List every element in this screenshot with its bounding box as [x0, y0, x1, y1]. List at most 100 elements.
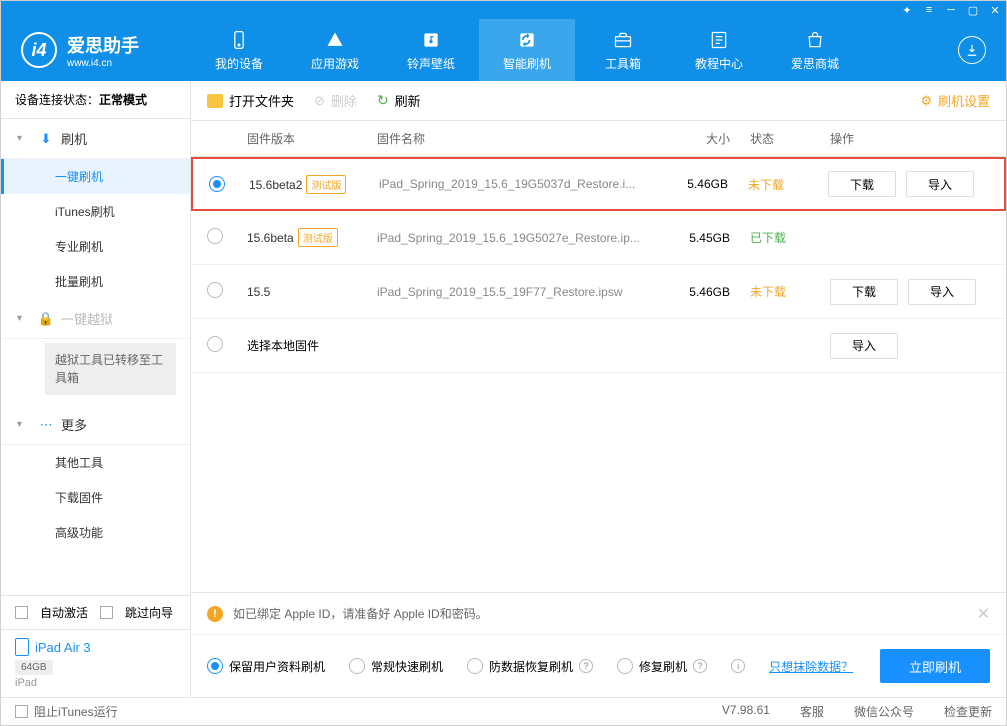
store-icon — [804, 29, 826, 51]
minimize-icon[interactable]: ─ — [944, 3, 958, 17]
skip-guide-checkbox[interactable] — [100, 606, 113, 619]
device-status: 设备连接状态：正常模式 — [1, 81, 190, 119]
toolbox-icon — [612, 29, 634, 51]
block-itunes-checkbox[interactable] — [15, 705, 28, 718]
settings-icon[interactable]: ✦ — [900, 3, 914, 17]
section-icon: ⬇ — [39, 132, 53, 146]
table-row[interactable]: 选择本地固件导入 — [191, 319, 1006, 373]
sidebar-item[interactable]: 高级功能 — [1, 515, 190, 550]
side-note: 越狱工具已转移至工具箱 — [45, 343, 176, 395]
firmware-status: 未下载 — [748, 176, 828, 193]
download-icon[interactable] — [958, 36, 986, 64]
radio[interactable] — [207, 228, 223, 244]
sidebar-item[interactable]: 一键刷机 — [1, 159, 190, 194]
table-row[interactable]: 15.6beta2测试版iPad_Spring_2019_15.6_19G503… — [191, 157, 1006, 211]
download-button[interactable]: 下载 — [830, 279, 898, 305]
table-header: 固件版本 固件名称 大小 状态 操作 — [191, 121, 1006, 157]
radio[interactable] — [209, 176, 225, 192]
skip-guide-label: 跳过向导 — [125, 604, 173, 621]
delete-icon: ⊘ — [314, 93, 325, 109]
radio[interactable] — [349, 658, 365, 674]
firmware-name: iPad_Spring_2019_15.6_19G5027e_Restore.i… — [377, 231, 660, 245]
table-row[interactable]: 15.5iPad_Spring_2019_15.5_19F77_Restore.… — [191, 265, 1006, 319]
logo: i4 爱思助手 www.i4.cn — [21, 32, 191, 69]
side-header[interactable]: 🔒一键越狱 — [1, 299, 190, 339]
music-icon — [420, 29, 442, 51]
firmware-status: 未下载 — [750, 283, 830, 300]
sidebar-item[interactable]: 下载固件 — [1, 480, 190, 515]
col-version: 固件版本 — [247, 130, 377, 147]
nav-tab-refresh[interactable]: 智能刷机 — [479, 19, 575, 81]
apps-icon — [324, 29, 346, 51]
flash-option[interactable]: 保留用户资料刷机 — [207, 658, 325, 675]
warning-text: 如已绑定 Apple ID，请准备好 Apple ID和密码。 — [233, 605, 488, 622]
firmware-size: 5.45GB — [660, 231, 750, 245]
status-item[interactable]: 检查更新 — [944, 703, 992, 720]
list-icon[interactable]: ≡ — [922, 3, 936, 17]
status-item[interactable]: 客服 — [800, 703, 824, 720]
nav-tab-device[interactable]: 我的设备 — [191, 19, 287, 81]
status-item[interactable]: 微信公众号 — [854, 703, 914, 720]
sidebar-item[interactable]: 其他工具 — [1, 445, 190, 480]
side-header[interactable]: ⋯更多 — [1, 405, 190, 445]
delete-button[interactable]: ⊘ 删除 — [314, 91, 357, 110]
device-type: iPad — [15, 677, 176, 689]
logo-subtitle: www.i4.cn — [67, 58, 139, 69]
gear-icon: ⚙ — [920, 93, 932, 109]
beta-badge: 测试版 — [306, 175, 346, 194]
sidebar: 设备连接状态：正常模式 ⬇刷机一键刷机iTunes刷机专业刷机批量刷机🔒一键越狱… — [1, 81, 191, 697]
nav-tab-music[interactable]: 铃声壁纸 — [383, 19, 479, 81]
section-icon: ⋯ — [39, 418, 53, 432]
sidebar-item[interactable]: 批量刷机 — [1, 264, 190, 299]
radio[interactable] — [207, 658, 223, 674]
firmware-size: 5.46GB — [660, 285, 750, 299]
flash-settings-button[interactable]: ⚙ 刷机设置 — [920, 91, 990, 110]
titlebar: ✦ ≡ ─ ▢ ✕ — [1, 1, 1006, 19]
close-warning-icon[interactable]: ✕ — [977, 604, 990, 624]
main: 打开文件夹 ⊘ 删除 ↻ 刷新 ⚙ 刷机设置 固件版本 固件名称 大小 状态 操… — [191, 81, 1006, 697]
download-button[interactable]: 下载 — [828, 171, 896, 197]
firmware-name: iPad_Spring_2019_15.6_19G5037d_Restore.i… — [379, 177, 658, 191]
refresh-button[interactable]: ↻ 刷新 — [377, 91, 421, 110]
maximize-icon[interactable]: ▢ — [966, 3, 980, 17]
firmware-name: iPad_Spring_2019_15.5_19F77_Restore.ipsw — [377, 285, 660, 299]
close-icon[interactable]: ✕ — [988, 3, 1002, 17]
info-icon[interactable]: ? — [693, 659, 707, 673]
version-label: V7.98.61 — [722, 703, 770, 720]
nav-tab-toolbox[interactable]: 工具箱 — [575, 19, 671, 81]
radio[interactable] — [467, 658, 483, 674]
flash-option[interactable]: 防数据恢复刷机? — [467, 658, 593, 675]
info-icon[interactable]: ? — [579, 659, 593, 673]
radio[interactable] — [207, 336, 223, 352]
import-button[interactable]: 导入 — [830, 333, 898, 359]
tutorial-icon — [708, 29, 730, 51]
import-button[interactable]: 导入 — [908, 279, 976, 305]
nav-tab-tutorial[interactable]: 教程中心 — [671, 19, 767, 81]
sidebar-item[interactable]: 专业刷机 — [1, 229, 190, 264]
refresh-icon: ↻ — [377, 92, 389, 109]
radio[interactable] — [207, 282, 223, 298]
section-icon: 🔒 — [39, 312, 53, 326]
device-info[interactable]: iPad Air 3 64GB iPad — [1, 629, 190, 697]
sidebar-item[interactable]: iTunes刷机 — [1, 194, 190, 229]
flash-now-button[interactable]: 立即刷机 — [880, 649, 990, 683]
radio[interactable] — [617, 658, 633, 674]
nav-tab-store[interactable]: 爱思商城 — [767, 19, 863, 81]
flash-option[interactable]: 修复刷机? — [617, 658, 707, 675]
device-icon — [228, 29, 250, 51]
statusbar: 阻止iTunes运行 V7.98.61 客服 微信公众号 检查更新 — [1, 697, 1006, 725]
warning-icon: ! — [207, 606, 223, 622]
device-name: iPad Air 3 — [35, 640, 91, 655]
info-icon[interactable]: i — [731, 659, 745, 673]
col-size: 大小 — [660, 130, 750, 147]
logo-title: 爱思助手 — [67, 32, 139, 58]
erase-link[interactable]: 只想抹除数据？ — [769, 658, 853, 675]
auto-activate-checkbox[interactable] — [15, 606, 28, 619]
import-button[interactable]: 导入 — [906, 171, 974, 197]
table-row[interactable]: 15.6beta测试版iPad_Spring_2019_15.6_19G5027… — [191, 211, 1006, 265]
side-header[interactable]: ⬇刷机 — [1, 119, 190, 159]
open-folder-button[interactable]: 打开文件夹 — [207, 91, 294, 110]
auto-activate-label: 自动激活 — [40, 604, 88, 621]
flash-option[interactable]: 常规快速刷机 — [349, 658, 443, 675]
nav-tab-apps[interactable]: 应用游戏 — [287, 19, 383, 81]
